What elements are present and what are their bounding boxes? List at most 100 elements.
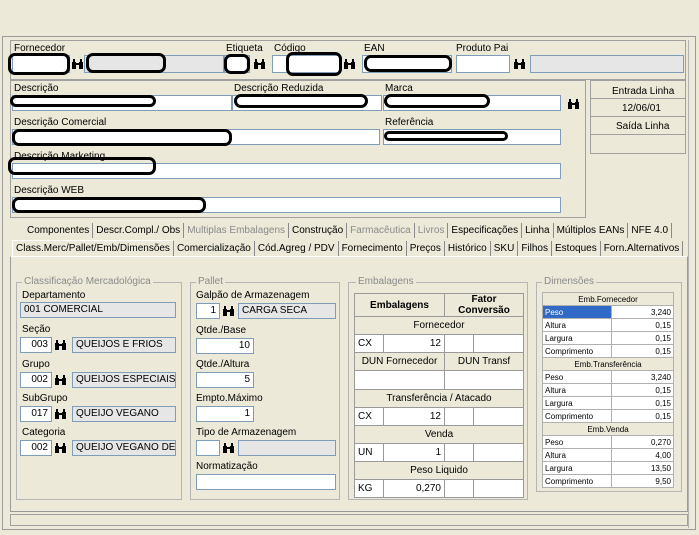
categoria-name-field: QUEIJO VEGANO DE bbox=[72, 440, 176, 456]
qtde-altura-field[interactable]: 5 bbox=[196, 372, 254, 388]
transf-extra-cell[interactable] bbox=[473, 407, 524, 426]
redaction-mark bbox=[286, 52, 342, 76]
galpao-name-field: CARGA SECA bbox=[238, 303, 336, 319]
tipo-armazenagem-code-field[interactable] bbox=[196, 440, 220, 456]
grupo-code-field[interactable]: 002 bbox=[20, 372, 52, 388]
secao-label: Seção bbox=[22, 324, 51, 335]
dim-row-value[interactable]: 0,15 bbox=[611, 331, 674, 345]
grupo-name-field: QUEIJOS ESPECIAIS bbox=[72, 372, 176, 388]
tab-top[interactable]: Linha bbox=[522, 223, 554, 238]
tab-bottom[interactable]: Histórico bbox=[445, 241, 491, 257]
transf-unit-cell[interactable]: CX bbox=[354, 407, 384, 426]
dim-row-value[interactable]: 9,50 bbox=[611, 474, 674, 488]
peso-extra-cell[interactable] bbox=[473, 479, 524, 498]
dun-fornecedor-cell[interactable] bbox=[354, 370, 445, 390]
tab-top[interactable]: Múltiplos EANs bbox=[554, 223, 629, 238]
tab-bottom[interactable]: Filhos bbox=[518, 241, 552, 257]
dim-row-value[interactable]: 3,240 bbox=[611, 370, 674, 384]
dim-row-value[interactable]: 13,50 bbox=[611, 461, 674, 475]
empto-maximo-field[interactable]: 1 bbox=[196, 406, 254, 422]
entrada-linha-date: 12/06/01 bbox=[622, 103, 661, 114]
dim-row-label: Comprimento bbox=[542, 409, 612, 423]
dim-row-label: Comprimento bbox=[542, 344, 612, 358]
status-bar bbox=[10, 514, 688, 526]
dim-row-value[interactable]: 0,15 bbox=[611, 409, 674, 423]
marca-search-icon[interactable] bbox=[566, 97, 580, 111]
departamento-field[interactable]: 001 COMERCIAL bbox=[20, 302, 176, 318]
tab-bottom[interactable]: SKU bbox=[491, 241, 519, 257]
dim-row-label: Largura bbox=[542, 461, 612, 475]
dim-row-label: Altura bbox=[542, 448, 612, 462]
transf-header: Transferência / Atacado bbox=[354, 389, 524, 408]
marca-label: Marca bbox=[385, 83, 413, 94]
dun-transf-cell[interactable] bbox=[444, 370, 524, 390]
dim-section-header: Emb.Transferência bbox=[542, 357, 674, 371]
tab-top[interactable]: Componentes bbox=[24, 223, 94, 238]
tab-top[interactable]: Especificações bbox=[448, 223, 523, 238]
dim-row-value[interactable]: 0,15 bbox=[611, 344, 674, 358]
categoria-search-icon[interactable] bbox=[53, 441, 67, 455]
etiqueta-search-icon[interactable] bbox=[252, 57, 266, 71]
tab-bottom[interactable]: Estoques bbox=[552, 241, 601, 257]
venda-qty-cell[interactable]: 1 bbox=[383, 443, 445, 462]
tab-top[interactable]: Livros bbox=[415, 223, 449, 238]
galpao-code-field[interactable]: 1 bbox=[196, 303, 220, 319]
dim-row-value[interactable]: 0,15 bbox=[611, 383, 674, 397]
dim-row-value[interactable]: 0,15 bbox=[611, 318, 674, 332]
forn-extra-cell[interactable] bbox=[444, 334, 474, 353]
col-fator: Fator Conversão bbox=[444, 293, 524, 317]
secao-search-icon[interactable] bbox=[53, 338, 67, 352]
tab-active[interactable]: Class.Merc/Pallet/Emb/Dimensões bbox=[12, 240, 174, 256]
transf-qty-cell[interactable]: 12 bbox=[383, 407, 445, 426]
redaction-mark bbox=[384, 131, 508, 141]
tab-bottom[interactable]: Comercialização bbox=[174, 241, 255, 257]
produto-pai-field[interactable] bbox=[456, 55, 510, 73]
venda-extra-cell[interactable] bbox=[473, 443, 524, 462]
subgrupo-search-icon[interactable] bbox=[53, 407, 67, 421]
right-scrollbar[interactable] bbox=[688, 40, 696, 528]
redaction-mark bbox=[224, 54, 250, 74]
qtde-base-field[interactable]: 10 bbox=[196, 338, 254, 354]
forn-extra-cell[interactable] bbox=[473, 334, 524, 353]
tab-top[interactable]: Construção bbox=[289, 223, 348, 238]
codigo-search-icon[interactable] bbox=[342, 57, 356, 71]
tab-bottom[interactable]: Fornecimento bbox=[339, 241, 407, 257]
dimensoes-title: Dimensões bbox=[542, 276, 597, 287]
galpao-search-icon[interactable] bbox=[221, 304, 235, 318]
forn-qty-cell[interactable]: 12 bbox=[383, 334, 445, 353]
tab-top[interactable]: NFE 4.0 bbox=[628, 223, 673, 238]
secao-code-field[interactable]: 003 bbox=[20, 337, 52, 353]
subgrupo-code-field[interactable]: 017 bbox=[20, 406, 52, 422]
dim-row-label: Altura bbox=[542, 383, 612, 397]
venda-unit-cell[interactable]: UN bbox=[354, 443, 384, 462]
dim-row-value[interactable]: 4,00 bbox=[611, 448, 674, 462]
etiqueta-label: Etiqueta bbox=[226, 43, 263, 54]
peso-unit-cell[interactable]: KG bbox=[354, 479, 384, 498]
dim-row-value[interactable]: 3,240 bbox=[611, 305, 674, 319]
produto-pai-search-icon[interactable] bbox=[512, 57, 526, 71]
tab-bottom[interactable]: Cód.Agreg / PDV bbox=[255, 241, 339, 257]
tab-top[interactable]: Descr.Compl./ Obs bbox=[93, 223, 185, 238]
peso-value-cell[interactable]: 0,270 bbox=[383, 479, 445, 498]
tab-bottom[interactable]: Preços bbox=[407, 241, 445, 257]
tab-top[interactable]: Multiplas Embalagens bbox=[184, 223, 290, 238]
grupo-search-icon[interactable] bbox=[53, 373, 67, 387]
dim-row-value[interactable]: 0,15 bbox=[611, 396, 674, 410]
tab-bottom[interactable]: Forn.Alternativos bbox=[601, 241, 684, 257]
tipo-armazenagem-search-icon[interactable] bbox=[221, 441, 235, 455]
categoria-code-field[interactable]: 002 bbox=[20, 440, 52, 456]
peso-extra-cell[interactable] bbox=[444, 479, 474, 498]
transf-extra-cell[interactable] bbox=[444, 407, 474, 426]
forn-unit-cell[interactable]: CX bbox=[354, 334, 384, 353]
qtde-altura-label: Qtde./Altura bbox=[196, 359, 250, 370]
normatizacao-field[interactable] bbox=[196, 474, 336, 490]
descricao-reduzida-label: Descrição Reduzida bbox=[234, 83, 324, 94]
dim-row-value[interactable]: 0,270 bbox=[611, 435, 674, 449]
produto-pai-name-field bbox=[530, 55, 684, 73]
dim-row-label: Largura bbox=[542, 331, 612, 345]
dimensoes-table: Emb.Fornecedor Peso 3,240 Altura 0,15 Largura… bbox=[542, 292, 674, 488]
divider bbox=[591, 134, 685, 135]
tab-top[interactable]: Farmacêutica bbox=[347, 223, 415, 238]
fornecedor-search-icon[interactable] bbox=[70, 57, 84, 71]
venda-extra-cell[interactable] bbox=[444, 443, 474, 462]
